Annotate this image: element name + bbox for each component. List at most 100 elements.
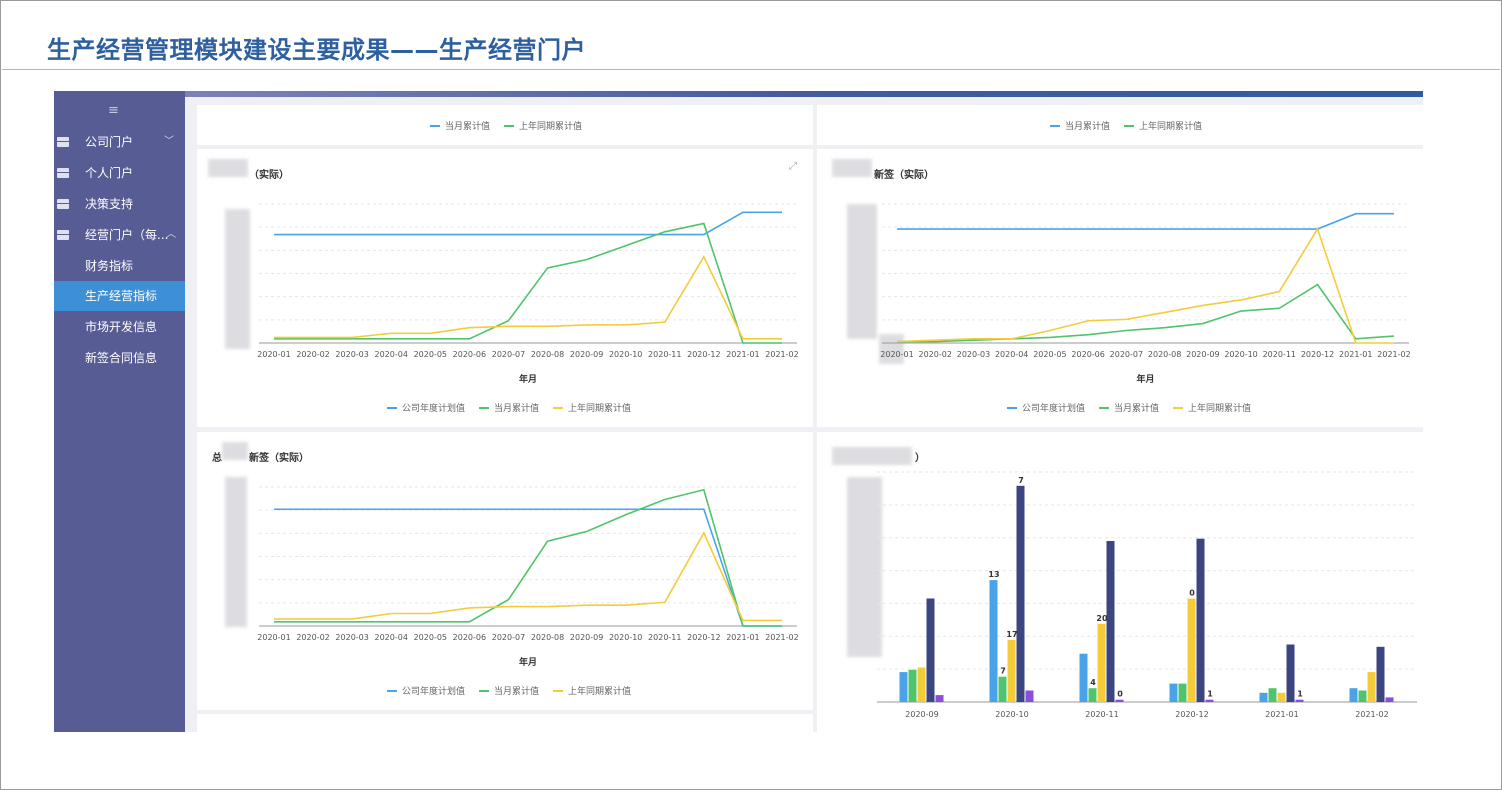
sidebar-item-company-portal[interactable]: 公司门户 ﹀ bbox=[54, 128, 185, 156]
portal-screenshot: ≡ 公司门户 ﹀ 个人门户 决策支持 经营门户（每... ︿ 财务指标 生产经营… bbox=[54, 91, 1423, 732]
x-tick-label: 2020-05 bbox=[414, 633, 447, 642]
legend-item[interactable]: 上年同期累计值 bbox=[553, 401, 631, 414]
legend-item[interactable]: 当月累计值 bbox=[479, 401, 539, 414]
sidebar-subitem-production[interactable]: 生产经营指标 bbox=[54, 281, 185, 311]
data-label: 0 bbox=[1117, 690, 1123, 699]
legend-item[interactable]: 当月累计值 bbox=[1050, 119, 1110, 132]
legend-item[interactable]: 当月累计值 bbox=[1099, 401, 1159, 414]
x-tick-label: 2020-03 bbox=[335, 350, 368, 359]
sidebar-item-label: 公司门户 bbox=[85, 135, 134, 149]
bar bbox=[1097, 623, 1106, 702]
chevron-down-icon: ﹀ bbox=[164, 136, 174, 147]
x-axis-label: 年月 bbox=[1136, 373, 1154, 385]
bar bbox=[1079, 653, 1088, 702]
x-tick-label: 2020-12 bbox=[1301, 350, 1334, 359]
data-label: 7 bbox=[1000, 667, 1006, 676]
x-tick-label: 2020-03 bbox=[335, 633, 368, 642]
chart-legend: 公司年度计划值 当月累计值 上年同期累计值 bbox=[1007, 401, 1251, 414]
line-chart-panel-1: （实际） ⤢ 2020-01 2020-02 2020-03 2020-04 2020-… bbox=[197, 149, 813, 427]
legend-item[interactable]: 上年同期累计值 bbox=[504, 119, 582, 132]
sidebar-subitem-market[interactable]: 市场开发信息 bbox=[54, 312, 185, 342]
x-axis-label: 年月 bbox=[519, 373, 537, 385]
series-line bbox=[274, 222, 782, 344]
menu-toggle-icon[interactable]: ≡ bbox=[108, 103, 119, 118]
legend-label: 当月累计值 bbox=[1114, 404, 1160, 414]
x-tick-label: 2020-04 bbox=[995, 350, 1028, 359]
legend-label: 当月累计值 bbox=[494, 687, 540, 697]
chart-legend: 公司年度计划值 当月累计值 上年同期累计值 bbox=[387, 684, 631, 697]
legend-label: 上年同期累计值 bbox=[1139, 122, 1203, 132]
sidebar-item-label: 决策支持 bbox=[85, 197, 134, 211]
legend-item[interactable]: 当月累计值 bbox=[479, 684, 539, 697]
legend-label: 上年同期累计值 bbox=[568, 687, 632, 697]
data-label: 1 bbox=[1297, 690, 1303, 699]
sidebar-subitem-contracts[interactable]: 新签合同信息 bbox=[54, 343, 185, 373]
x-tick-label: 2021-01 bbox=[726, 633, 759, 642]
legend-item[interactable]: 公司年度计划值 bbox=[387, 401, 465, 414]
x-tick-label: 2020-11 bbox=[648, 350, 681, 359]
sidebar-item-label: 个人门户 bbox=[85, 166, 134, 180]
x-tick-label: 2020-11 bbox=[1263, 350, 1296, 359]
x-tick-label: 2021-02 bbox=[765, 633, 798, 642]
bar bbox=[917, 667, 926, 702]
x-tick-label: 2020-12 bbox=[687, 350, 720, 359]
x-tick-label: 2020-08 bbox=[1148, 350, 1181, 359]
bar bbox=[1169, 683, 1178, 702]
data-label: 7 bbox=[1018, 476, 1024, 485]
bar bbox=[1385, 697, 1394, 702]
sidebar-subitem-label: 市场开发信息 bbox=[85, 320, 158, 334]
legend-label: 当月累计值 bbox=[445, 122, 491, 132]
x-tick-label: 2020-02 bbox=[296, 633, 329, 642]
x-tick-label: 2020-05 bbox=[1033, 350, 1066, 359]
bar bbox=[926, 598, 935, 702]
legend-label: 公司年度计划值 bbox=[402, 687, 466, 697]
top-header-bar bbox=[185, 91, 1423, 97]
bar bbox=[935, 695, 944, 702]
bar bbox=[1187, 598, 1196, 702]
x-tick-label: 2021-02 bbox=[765, 350, 798, 359]
sidebar-subitem-label: 新签合同信息 bbox=[85, 351, 158, 365]
x-tick-label: 2021-01 bbox=[1265, 710, 1298, 719]
legend-item[interactable]: 当月累计值 bbox=[430, 119, 490, 132]
legend-item[interactable]: 上年同期累计值 bbox=[553, 684, 631, 697]
x-tick-label: 2020-09 bbox=[905, 710, 938, 719]
legend-item[interactable]: 上年同期累计值 bbox=[1173, 401, 1251, 414]
legend-item[interactable]: 公司年度计划值 bbox=[387, 684, 465, 697]
x-tick-label: 2020-09 bbox=[1186, 350, 1219, 359]
sidebar-subitem-finance[interactable]: 财务指标 bbox=[54, 251, 185, 281]
chart-legend: 当月累计值 上年同期累计值 bbox=[430, 119, 582, 132]
sidebar-item-business-portal[interactable]: 经营门户（每... ︿ bbox=[54, 221, 185, 249]
bar bbox=[1268, 688, 1277, 702]
x-tick-label: 2020-01 bbox=[257, 350, 290, 359]
line-chart-panel-3: 总 新签（实际） 2020-01 2020-02 2020-03 2020-04 202… bbox=[197, 432, 813, 710]
legend-label: 上年同期累计值 bbox=[1188, 404, 1252, 414]
bar bbox=[908, 669, 917, 702]
legend-label: 上年同期累计值 bbox=[568, 404, 632, 414]
sidebar-item-decision-support[interactable]: 决策支持 bbox=[54, 190, 185, 218]
grid-icon bbox=[57, 168, 69, 178]
x-tick-label: 2021-01 bbox=[1339, 350, 1372, 359]
sidebar-item-personal-portal[interactable]: 个人门户 bbox=[54, 159, 185, 187]
x-tick-label: 2020-06 bbox=[453, 633, 486, 642]
series-line bbox=[897, 283, 1395, 343]
x-tick-label: 2020-12 bbox=[1175, 710, 1208, 719]
legend-item[interactable]: 上年同期累计值 bbox=[1124, 119, 1202, 132]
x-tick-label: 2020-04 bbox=[375, 350, 408, 359]
data-label: 17 bbox=[1006, 630, 1017, 639]
line-chart-2: 2020-01 2020-02 2020-03 2020-04 2020-05 2020-… bbox=[880, 203, 1411, 385]
bar bbox=[998, 676, 1007, 702]
x-tick-label: 2020-01 bbox=[880, 350, 913, 359]
x-tick-label: 2021-01 bbox=[726, 350, 759, 359]
legend-item[interactable]: 公司年度计划值 bbox=[1007, 401, 1085, 414]
bar-chart: 2020-09 2020-10 2020-11 2020-12 2021-01 2021-… bbox=[877, 471, 1417, 719]
top-chart-panel-left: 当月累计值 上年同期累计值 bbox=[197, 105, 813, 145]
sidebar-subitem-label: 生产经营指标 bbox=[85, 289, 158, 303]
data-label: 4 bbox=[1090, 678, 1096, 687]
x-tick-label: 2020-10 bbox=[1224, 350, 1257, 359]
data-label: 13 bbox=[988, 570, 999, 579]
series-line bbox=[897, 212, 1394, 230]
legend-label: 上年同期累计值 bbox=[519, 122, 583, 132]
sidebar: ≡ 公司门户 ﹀ 个人门户 决策支持 经营门户（每... ︿ 财务指标 生产经营… bbox=[54, 91, 185, 732]
line-chart-1: 2020-01 2020-02 2020-03 2020-04 2020-05 2020-… bbox=[257, 203, 799, 385]
x-tick-label: 2020-02 bbox=[919, 350, 952, 359]
